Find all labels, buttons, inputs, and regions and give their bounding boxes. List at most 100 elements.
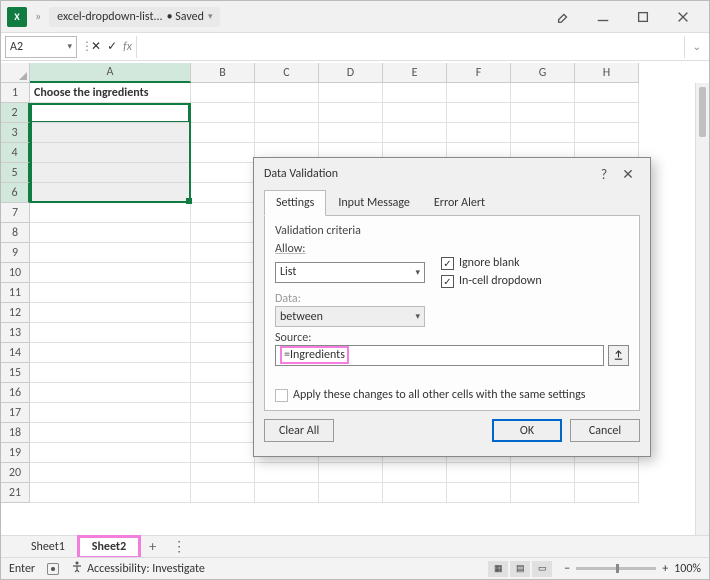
row-header-14[interactable]: 14 <box>1 343 30 363</box>
cell-G3[interactable] <box>511 123 575 143</box>
dialog-title-bar[interactable]: Data Validation ? ✕ <box>254 158 650 190</box>
zoom-slider[interactable] <box>576 567 656 570</box>
column-header-F[interactable]: F <box>447 63 511 83</box>
cell-B15[interactable] <box>191 363 255 383</box>
sheet-tab-sheet2[interactable]: Sheet2 <box>79 537 139 557</box>
cell-A19[interactable] <box>30 443 191 463</box>
name-box[interactable]: A2 ▾ <box>5 36 77 58</box>
row-header-16[interactable]: 16 <box>1 383 30 403</box>
cell-B8[interactable] <box>191 223 255 243</box>
cell-B13[interactable] <box>191 323 255 343</box>
accessibility-check[interactable]: Accessibility: Investigate <box>71 561 205 577</box>
sheet-tab-sheet1[interactable]: Sheet1 <box>19 537 77 557</box>
row-header-6[interactable]: 6 <box>1 183 30 203</box>
select-all-corner[interactable] <box>1 63 30 83</box>
scroll-thumb[interactable] <box>699 87 706 137</box>
row-header-2[interactable]: 2 <box>1 103 30 123</box>
cell-B18[interactable] <box>191 423 255 443</box>
cell-D1[interactable] <box>319 83 383 103</box>
allow-combo[interactable]: List ▾ <box>275 262 425 283</box>
cell-A4[interactable] <box>30 143 191 163</box>
cell-E2[interactable] <box>383 103 447 123</box>
ok-button[interactable]: OK <box>492 419 562 442</box>
incell-dropdown-checkbox[interactable]: ✓In-cell dropdown <box>441 274 542 288</box>
cell-A2[interactable] <box>30 103 191 123</box>
cell-B17[interactable] <box>191 403 255 423</box>
source-input[interactable]: =Ingredients <box>275 345 604 366</box>
cell-A17[interactable] <box>30 403 191 423</box>
cancel-button[interactable]: Cancel <box>570 419 640 442</box>
cell-D2[interactable] <box>319 103 383 123</box>
tab-error-alert[interactable]: Error Alert <box>422 190 497 216</box>
column-header-H[interactable]: H <box>575 63 639 83</box>
cell-G2[interactable] <box>511 103 575 123</box>
column-header-D[interactable]: D <box>319 63 383 83</box>
cell-A21[interactable] <box>30 483 191 503</box>
cell-F21[interactable] <box>447 483 511 503</box>
ignore-blank-checkbox[interactable]: ✓Ignore blank <box>441 256 542 270</box>
file-name-chip[interactable]: excel-dropdown-list... • Saved ▾ <box>49 7 220 27</box>
cell-A20[interactable] <box>30 463 191 483</box>
cell-C20[interactable] <box>255 463 319 483</box>
page-layout-view-button[interactable]: ▤ <box>510 561 530 577</box>
cell-B5[interactable] <box>191 163 255 183</box>
cell-B11[interactable] <box>191 283 255 303</box>
cell-B20[interactable] <box>191 463 255 483</box>
cell-A3[interactable] <box>30 123 191 143</box>
cell-A6[interactable] <box>30 183 191 203</box>
row-header-15[interactable]: 15 <box>1 363 30 383</box>
cell-H1[interactable] <box>575 83 639 103</box>
minimize-button[interactable] <box>583 3 623 31</box>
cell-A13[interactable] <box>30 323 191 343</box>
cell-B10[interactable] <box>191 263 255 283</box>
row-header-1[interactable]: 1 <box>1 83 30 103</box>
vertical-scrollbar[interactable] <box>695 83 709 535</box>
eraser-icon[interactable] <box>543 3 583 31</box>
cell-A7[interactable] <box>30 203 191 223</box>
row-header-13[interactable]: 13 <box>1 323 30 343</box>
cell-B7[interactable] <box>191 203 255 223</box>
cell-F3[interactable] <box>447 123 511 143</box>
cell-A14[interactable] <box>30 343 191 363</box>
row-header-5[interactable]: 5 <box>1 163 30 183</box>
row-header-9[interactable]: 9 <box>1 243 30 263</box>
cell-E1[interactable] <box>383 83 447 103</box>
cell-F20[interactable] <box>447 463 511 483</box>
close-button[interactable] <box>663 3 703 31</box>
cell-B16[interactable] <box>191 383 255 403</box>
row-header-17[interactable]: 17 <box>1 403 30 423</box>
normal-view-button[interactable]: ▦ <box>488 561 508 577</box>
cell-A12[interactable] <box>30 303 191 323</box>
cell-E3[interactable] <box>383 123 447 143</box>
cell-D20[interactable] <box>319 463 383 483</box>
page-break-view-button[interactable]: ▭ <box>532 561 552 577</box>
cell-D3[interactable] <box>319 123 383 143</box>
cell-E21[interactable] <box>383 483 447 503</box>
cell-B2[interactable] <box>191 103 255 123</box>
insert-function-icon[interactable]: fx <box>123 40 132 54</box>
cell-B4[interactable] <box>191 143 255 163</box>
cell-A1[interactable]: Choose the ingredients <box>30 83 191 103</box>
cell-B19[interactable] <box>191 443 255 463</box>
zoom-level[interactable]: 100% <box>674 562 701 576</box>
tab-settings[interactable]: Settings <box>264 190 326 216</box>
cell-A11[interactable] <box>30 283 191 303</box>
cell-G20[interactable] <box>511 463 575 483</box>
cell-B3[interactable] <box>191 123 255 143</box>
cell-A18[interactable] <box>30 423 191 443</box>
add-sheet-button[interactable]: + <box>141 536 164 557</box>
cell-C1[interactable] <box>255 83 319 103</box>
tab-input-message[interactable]: Input Message <box>326 190 422 216</box>
name-box-dropdown-icon[interactable]: ▾ <box>67 41 72 52</box>
row-header-3[interactable]: 3 <box>1 123 30 143</box>
cell-H3[interactable] <box>575 123 639 143</box>
macro-record-icon[interactable] <box>47 563 59 575</box>
cell-A9[interactable] <box>30 243 191 263</box>
cell-H20[interactable] <box>575 463 639 483</box>
cell-A8[interactable] <box>30 223 191 243</box>
cell-D21[interactable] <box>319 483 383 503</box>
range-picker-button[interactable] <box>608 345 629 366</box>
cell-E20[interactable] <box>383 463 447 483</box>
cell-G1[interactable] <box>511 83 575 103</box>
row-header-11[interactable]: 11 <box>1 283 30 303</box>
